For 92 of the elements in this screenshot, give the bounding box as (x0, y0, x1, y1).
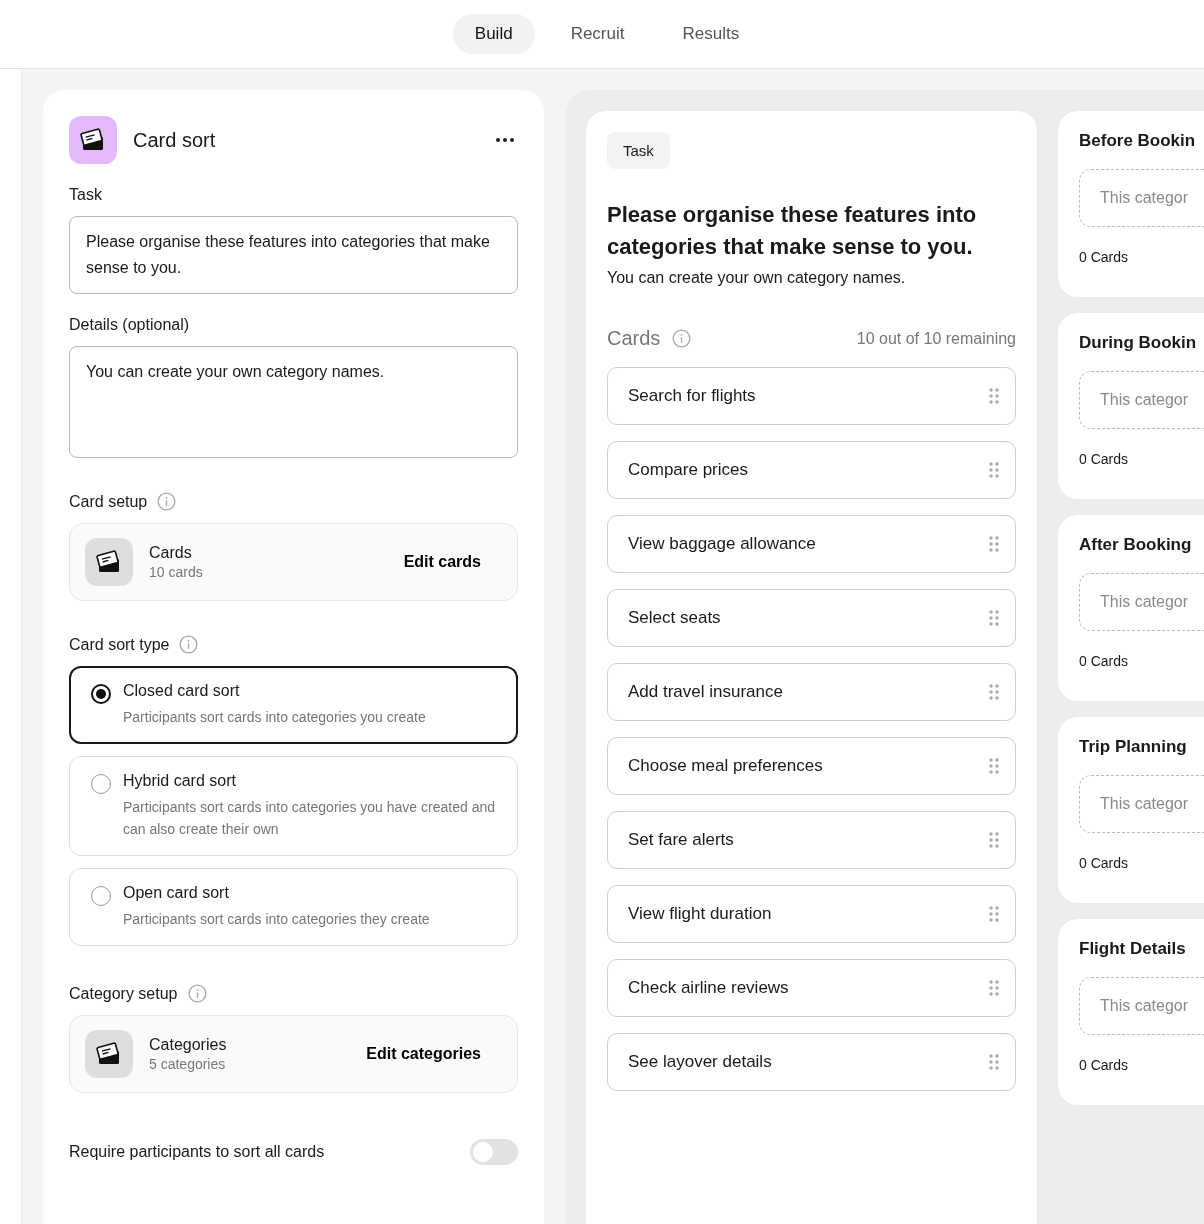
toggle-switch[interactable] (470, 1139, 518, 1165)
sortable-card[interactable]: Choose meal preferences (607, 737, 1016, 795)
sortable-card[interactable]: Select seats (607, 589, 1016, 647)
sortable-card[interactable]: Check airline reviews (607, 959, 1016, 1017)
option-title: Hybrid card sort (123, 772, 237, 790)
option-description: Participants sort cards into categories you create (123, 708, 426, 727)
drag-handle-icon[interactable] (989, 980, 999, 996)
info-icon[interactable] (157, 492, 177, 511)
card-label: Add travel insurance (628, 682, 784, 702)
category-name: Flight Details (1079, 939, 1187, 959)
card-label: Search for flights (628, 386, 757, 406)
task-heading: Please organise these features into categories that make sense to you. (607, 201, 978, 261)
more-icon (496, 138, 514, 142)
drop-zone-text: This categor (1100, 997, 1189, 1015)
section-label: Card sort type (69, 635, 170, 654)
task-badge: Task (607, 132, 670, 169)
field-label: Details (optional) (69, 316, 190, 334)
category-name: After Booking (1079, 535, 1193, 555)
section-label: Card setup (69, 492, 148, 511)
setup-count: 5 categories (149, 1056, 227, 1072)
cards-icon (96, 550, 122, 574)
sortable-card[interactable]: See layover details (607, 1033, 1016, 1091)
sort-type-option[interactable]: Closed card sort Participants sort cards into categories you create (69, 666, 518, 744)
panel-title: Card sort (133, 128, 217, 152)
drop-zone[interactable]: This categor (1079, 371, 1204, 429)
drop-zone[interactable]: This categor (1079, 775, 1204, 833)
card-label: View baggage allowance (628, 534, 817, 554)
category-count: 0 Cards (1079, 249, 1130, 265)
option-title: Closed card sort (123, 682, 241, 700)
sortable-card[interactable]: Add travel insurance (607, 663, 1016, 721)
sortable-card[interactable]: Search for flights (607, 367, 1016, 425)
drop-zone-text: This categor (1100, 391, 1189, 409)
category-count: 0 Cards (1079, 855, 1130, 871)
setup-count: 10 cards (149, 564, 204, 580)
category-name: Trip Planning (1079, 737, 1188, 757)
task-subheading: You can create your own category names. (607, 269, 907, 287)
details-field[interactable]: You can create your own category names. (69, 346, 518, 458)
info-icon[interactable] (672, 329, 692, 348)
nav-tab[interactable]: Recruit (548, 14, 647, 54)
drop-zone[interactable]: This categor (1079, 169, 1204, 227)
drop-zone[interactable]: This categor (1079, 977, 1204, 1035)
category-name: Before Bookin (1079, 131, 1197, 151)
sortable-card[interactable]: Compare prices (607, 441, 1016, 499)
section-label: Category setup (69, 984, 178, 1003)
drag-handle-icon[interactable] (989, 906, 999, 922)
edit-button[interactable]: Edit cards (397, 552, 487, 572)
drag-handle-icon[interactable] (989, 462, 999, 478)
card-label: Compare prices (628, 460, 749, 480)
card-label: Choose meal preferences (628, 756, 824, 776)
drag-handle-icon[interactable] (989, 832, 999, 848)
sort-type-option[interactable]: Open card sort Participants sort cards into categories they create (69, 868, 518, 946)
drop-zone[interactable]: This categor (1079, 573, 1204, 631)
drop-zone-text: This categor (1100, 593, 1189, 611)
toggle-label: Require participants to sort all cards (69, 1143, 325, 1161)
card-label: Set fare alerts (628, 830, 735, 850)
remaining-count: 10 out of 10 remaining (856, 329, 1016, 348)
card-label: Select seats (628, 608, 722, 628)
setup-title: Cards (149, 544, 193, 562)
card-label: Check airline reviews (628, 978, 790, 998)
option-title: Open card sort (123, 884, 230, 902)
drop-zone-text: This categor (1100, 189, 1189, 207)
cards-label: Cards (607, 327, 661, 350)
sortable-card[interactable]: Set fare alerts (607, 811, 1016, 869)
drop-zone-text: This categor (1100, 795, 1189, 813)
sortable-card[interactable]: View baggage allowance (607, 515, 1016, 573)
task-field[interactable]: Please organise these features into categories that make sense to you. (69, 216, 518, 294)
card-label: See layover details (628, 1052, 773, 1072)
drag-handle-icon[interactable] (989, 1054, 999, 1070)
cards-icon (96, 1042, 122, 1066)
nav-tab[interactable]: Results (660, 14, 762, 54)
category-count: 0 Cards (1079, 653, 1130, 669)
card-label: View flight duration (628, 904, 773, 924)
drag-handle-icon[interactable] (989, 536, 999, 552)
drag-handle-icon[interactable] (989, 684, 999, 700)
drag-handle-icon[interactable] (989, 388, 999, 404)
nav-tab[interactable]: Build (452, 14, 535, 54)
field-label: Task (69, 186, 102, 204)
category-count: 0 Cards (1079, 1057, 1130, 1073)
option-description: Participants sort cards into categories you have created and can also create their own (123, 798, 496, 839)
setup-title: Categories (149, 1036, 228, 1054)
cards-icon (80, 128, 106, 152)
radio-button[interactable] (91, 684, 111, 704)
category-name: During Bookin (1079, 333, 1198, 353)
edit-button[interactable]: Edit categories (360, 1044, 487, 1064)
sort-type-option[interactable]: Hybrid card sort Participants sort cards into categories you have created and can also create their own (69, 756, 518, 856)
drag-handle-icon[interactable] (989, 610, 999, 626)
sortable-card[interactable]: View flight duration (607, 885, 1016, 943)
drag-handle-icon[interactable] (989, 758, 999, 774)
category-count: 0 Cards (1079, 451, 1130, 467)
option-description: Participants sort cards into categories they create (123, 910, 430, 929)
info-icon[interactable] (187, 984, 207, 1003)
info-icon[interactable] (179, 635, 199, 654)
